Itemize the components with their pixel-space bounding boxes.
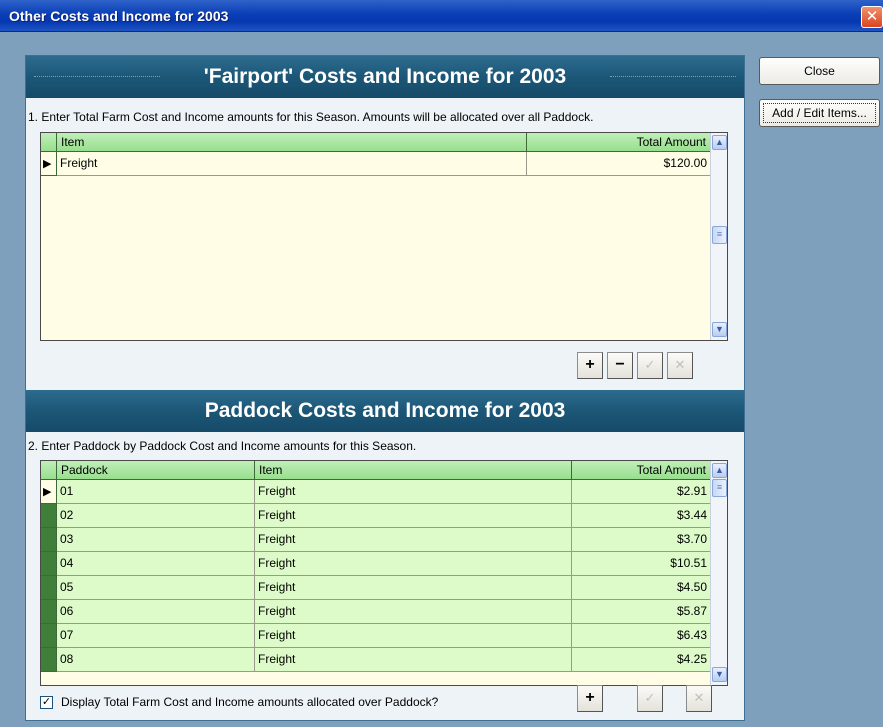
paddock-row-selector[interactable]: [41, 528, 57, 552]
paddock-row-total[interactable]: $10.51: [572, 552, 711, 576]
allocate-display-label[interactable]: Display Total Farm Cost and Income amoun…: [61, 695, 438, 709]
paddock-row-paddock[interactable]: 06: [57, 600, 255, 624]
farm-col-total[interactable]: Total Amount: [527, 133, 711, 152]
paddock-row-item[interactable]: Freight: [255, 528, 572, 552]
paddock-row-total[interactable]: $4.25: [572, 648, 711, 672]
scroll-thumb[interactable]: ≡: [712, 226, 727, 244]
farm-instruction: 1. Enter Total Farm Cost and Income amou…: [28, 110, 594, 124]
scroll-down-icon[interactable]: ▼: [712, 667, 727, 682]
header-rule-right: [610, 76, 736, 77]
paddock-add-button[interactable]: +: [577, 685, 603, 712]
farm-row-selector[interactable]: ▶: [41, 152, 57, 176]
window-close-icon[interactable]: ✕: [861, 6, 883, 28]
paddock-row-total[interactable]: $2.91: [572, 480, 711, 504]
farm-grid-corner: [41, 133, 57, 152]
paddock-row-paddock[interactable]: 07: [57, 624, 255, 648]
paddock-row-paddock[interactable]: 04: [57, 552, 255, 576]
close-button[interactable]: Close: [759, 57, 880, 85]
paddock-row-total[interactable]: $5.87: [572, 600, 711, 624]
paddock-row-selector[interactable]: [41, 504, 57, 528]
paddock-grid-corner: [41, 461, 57, 480]
costs-income-panel: 'Fairport' Costs and Income for 2003 1. …: [25, 55, 745, 721]
paddock-row-selector[interactable]: [41, 624, 57, 648]
paddock-row-paddock[interactable]: 02: [57, 504, 255, 528]
window-title: Other Costs and Income for 2003: [9, 8, 229, 24]
paddock-post-button[interactable]: ✓: [637, 685, 663, 712]
farm-col-item[interactable]: Item: [57, 133, 527, 152]
header-rule-left: [34, 76, 160, 77]
paddock-row-item[interactable]: Freight: [255, 480, 572, 504]
farm-post-button[interactable]: ✓: [637, 352, 663, 379]
paddock-row-item[interactable]: Freight: [255, 600, 572, 624]
focus-rect: [763, 103, 876, 123]
scroll-thumb[interactable]: ≡: [712, 479, 727, 497]
paddock-col-item[interactable]: Item: [255, 461, 572, 480]
paddock-row-item[interactable]: Freight: [255, 624, 572, 648]
farm-grid-scrollbar[interactable]: ▲ ≡ ▼: [710, 133, 727, 340]
paddock-instruction: 2. Enter Paddock by Paddock Cost and Inc…: [28, 439, 417, 453]
farm-cancel-button[interactable]: ✕: [667, 352, 693, 379]
paddock-row-total[interactable]: $3.70: [572, 528, 711, 552]
paddock-section-header: Paddock Costs and Income for 2003: [26, 390, 744, 432]
farm-section-header: 'Fairport' Costs and Income for 2003: [26, 56, 744, 98]
farm-add-button[interactable]: +: [577, 352, 603, 379]
paddock-col-total[interactable]: Total Amount: [572, 461, 711, 480]
paddock-row-total[interactable]: $6.43: [572, 624, 711, 648]
paddock-grid-scrollbar[interactable]: ▲ ≡ ▼: [710, 461, 727, 685]
paddock-row-paddock[interactable]: 08: [57, 648, 255, 672]
paddock-row-paddock[interactable]: 05: [57, 576, 255, 600]
scroll-up-icon[interactable]: ▲: [712, 463, 727, 478]
add-edit-items-button[interactable]: Add / Edit Items...: [759, 99, 880, 127]
paddock-row-paddock[interactable]: 01: [57, 480, 255, 504]
paddock-grid[interactable]: Paddock Item Total Amount ▶ 01 Freight $2.9…: [40, 460, 728, 686]
paddock-cancel-button[interactable]: ✕: [686, 685, 712, 712]
paddock-row-total[interactable]: $3.44: [572, 504, 711, 528]
paddock-row-item[interactable]: Freight: [255, 552, 572, 576]
paddock-row-paddock[interactable]: 03: [57, 528, 255, 552]
paddock-row-selector[interactable]: [41, 552, 57, 576]
scroll-up-icon[interactable]: ▲: [712, 135, 727, 150]
farm-grid[interactable]: Item Total Amount ▶ Freight $120.00 ▲ ≡ …: [40, 132, 728, 341]
paddock-row-item[interactable]: Freight: [255, 504, 572, 528]
paddock-row-selector[interactable]: [41, 648, 57, 672]
paddock-col-paddock[interactable]: Paddock: [57, 461, 255, 480]
farm-row-item[interactable]: Freight: [57, 152, 527, 176]
title-bar: Other Costs and Income for 2003 ✕: [0, 0, 883, 32]
paddock-row-item[interactable]: Freight: [255, 648, 572, 672]
paddock-section-title: Paddock Costs and Income for 2003: [204, 399, 566, 422]
current-row-icon: ▶: [43, 486, 52, 498]
close-button-label: Close: [804, 64, 835, 78]
allocate-display-checkbox[interactable]: ✓: [40, 696, 53, 709]
paddock-row-selector[interactable]: ▶: [41, 480, 57, 504]
current-row-icon: ▶: [43, 158, 52, 170]
paddock-row-item[interactable]: Freight: [255, 576, 572, 600]
farm-remove-button[interactable]: −: [607, 352, 633, 379]
window-client-area: 'Fairport' Costs and Income for 2003 1. …: [0, 33, 883, 727]
paddock-row-selector[interactable]: [41, 600, 57, 624]
farm-row-total[interactable]: $120.00: [527, 152, 711, 176]
paddock-row-selector[interactable]: [41, 576, 57, 600]
check-icon: ✓: [41, 696, 52, 708]
paddock-row-total[interactable]: $4.50: [572, 576, 711, 600]
farm-section-title: 'Fairport' Costs and Income for 2003: [203, 65, 567, 88]
scroll-down-icon[interactable]: ▼: [712, 322, 727, 337]
